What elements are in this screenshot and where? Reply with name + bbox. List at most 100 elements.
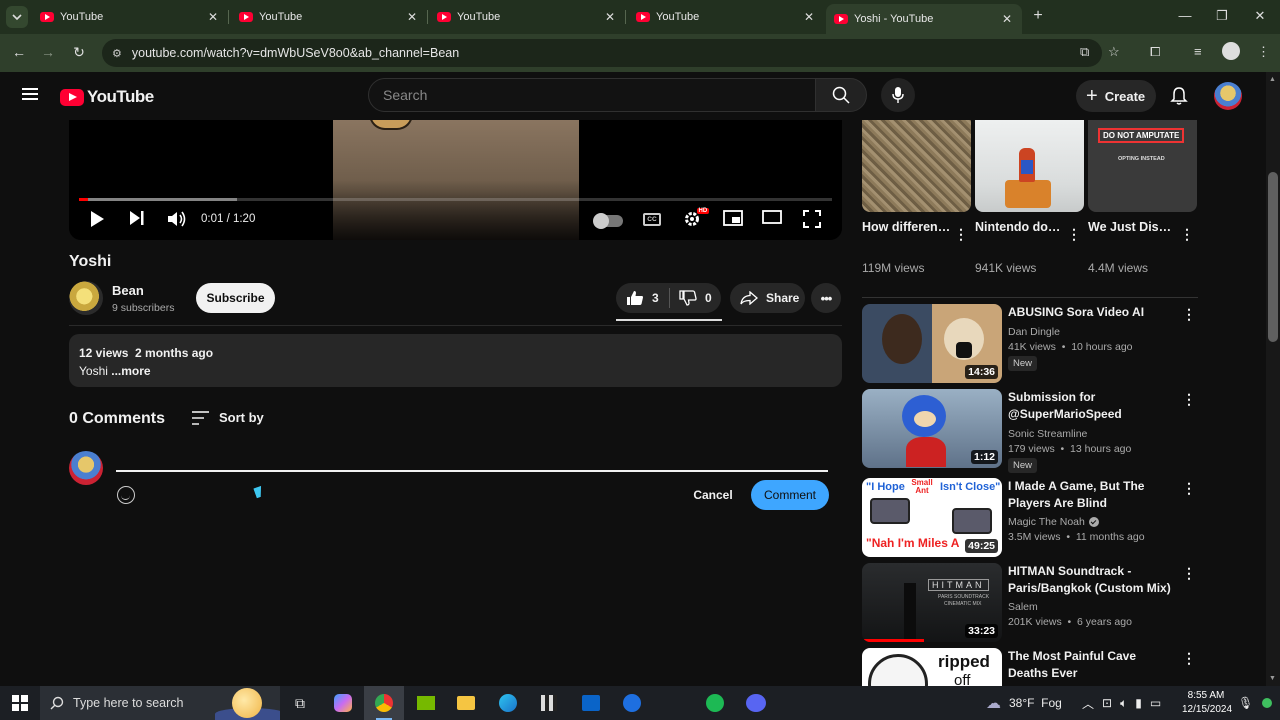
- media-controls-icon[interactable]: ≡: [1194, 44, 1202, 59]
- progress-bar[interactable]: [79, 198, 832, 201]
- file-explorer-icon[interactable]: [455, 692, 477, 714]
- weather-widget[interactable]: ☁ 38°F Fog: [986, 686, 1062, 720]
- close-tab-icon[interactable]: ✕: [206, 10, 220, 24]
- new-tab-button[interactable]: +: [1028, 7, 1048, 25]
- minimize-icon[interactable]: —: [1175, 8, 1195, 23]
- taskbar-clock[interactable]: 8:55 AM 12/15/2024: [1182, 689, 1232, 717]
- address-bar[interactable]: ⚙ youtube.com/watch?v=dmWbUSeV8o0&ab_cha…: [102, 39, 1102, 67]
- more-vertical-icon[interactable]: ⋮: [1067, 226, 1081, 243]
- bookmark-star-icon[interactable]: ☆: [1108, 44, 1120, 60]
- close-tab-icon[interactable]: ✕: [1000, 12, 1014, 26]
- recommended-video[interactable]: 14:36 ABUSING Sora Video AI Dan Dingle 4…: [862, 304, 1202, 386]
- search-input[interactable]: [383, 87, 815, 103]
- channel-avatar[interactable]: [69, 281, 103, 315]
- page-scrollbar[interactable]: ▲ ▼: [1266, 72, 1280, 686]
- close-tab-icon[interactable]: ✕: [802, 10, 816, 24]
- display-icon[interactable]: ▭: [1150, 696, 1161, 710]
- install-app-icon[interactable]: ⧉: [1080, 44, 1089, 60]
- dislike-button[interactable]: 0: [670, 290, 712, 306]
- microphone-icon[interactable]: ▮: [1135, 696, 1142, 710]
- like-button[interactable]: 3: [616, 290, 669, 306]
- volume-icon[interactable]: 🔈︎: [1120, 696, 1127, 711]
- chrome-taskbar-icon[interactable]: [364, 686, 404, 720]
- short-item[interactable]: DO NOT AMPUTATE OPTING INSTEAD We Just D…: [1088, 120, 1197, 275]
- scroll-up-icon[interactable]: ▲: [1269, 76, 1276, 83]
- recommended-video[interactable]: 1:12 Submission for @SuperMarioSpeed Son…: [862, 389, 1202, 473]
- emoji-picker-icon[interactable]: [117, 486, 135, 504]
- edge-browser-icon[interactable]: [497, 692, 519, 714]
- short-item[interactable]: Nintendo doesn't wa... ⋮ 941K views: [975, 120, 1084, 275]
- browser-tab[interactable]: YouTube ✕: [429, 4, 626, 30]
- browser-tab[interactable]: YouTube ✕: [32, 4, 229, 30]
- back-icon[interactable]: ←: [10, 44, 28, 60]
- more-vertical-icon[interactable]: ⋮: [1182, 391, 1196, 408]
- notification-dot-icon[interactable]: [1262, 686, 1272, 720]
- reload-icon[interactable]: ↻: [70, 44, 88, 61]
- search-box[interactable]: [368, 78, 816, 112]
- forward-icon[interactable]: →: [39, 44, 57, 60]
- search-button[interactable]: [815, 78, 867, 112]
- more-vertical-icon[interactable]: ⋮: [1182, 306, 1196, 323]
- short-item[interactable]: How different ... ⋮ 119M views: [862, 120, 971, 275]
- recommended-video[interactable]: "I Hope Small Ant Isn't Close" "Nah I'm …: [862, 478, 1202, 560]
- scroll-down-icon[interactable]: ▼: [1269, 675, 1276, 682]
- network-icon[interactable]: ⊡: [1102, 696, 1112, 710]
- recommended-video[interactable]: ripped off The Most Painful Cave Deaths …: [862, 648, 1202, 686]
- browser-menu-icon[interactable]: ⋮: [1257, 44, 1270, 60]
- mic-in-use-icon[interactable]: 🎙︎: [1238, 686, 1253, 720]
- close-tab-icon[interactable]: ✕: [405, 10, 419, 24]
- cancel-comment-button[interactable]: Cancel: [680, 480, 746, 510]
- autoplay-toggle[interactable]: [593, 213, 623, 229]
- youtube-logo[interactable]: YouTube: [60, 87, 154, 107]
- browser-tab[interactable]: YouTube ✕: [628, 4, 824, 30]
- close-tab-icon[interactable]: ✕: [603, 10, 617, 24]
- description-box[interactable]: 12 views 2 months ago Yoshi ...more: [69, 334, 842, 387]
- account-avatar[interactable]: [1214, 82, 1242, 110]
- volume-button[interactable]: [167, 210, 187, 228]
- play-button[interactable]: [89, 210, 105, 228]
- submit-comment-button[interactable]: Comment: [751, 480, 829, 510]
- extensions-icon[interactable]: ⧠: [1150, 44, 1160, 60]
- comment-input[interactable]: [116, 452, 828, 472]
- app-store-icon[interactable]: [621, 692, 643, 714]
- fullscreen-button[interactable]: [803, 210, 821, 228]
- create-button[interactable]: + Create: [1076, 80, 1156, 112]
- subtitles-button[interactable]: CC: [643, 213, 661, 226]
- browser-tab[interactable]: YouTube ✕: [231, 4, 428, 30]
- taskbar-search-box[interactable]: Type here to search: [40, 686, 280, 720]
- discord-icon[interactable]: [745, 692, 767, 714]
- show-hidden-icons-icon[interactable]: ︿: [1082, 695, 1094, 712]
- voice-search-button[interactable]: [881, 78, 915, 112]
- next-button[interactable]: [129, 210, 145, 226]
- task-view-icon[interactable]: ⧉: [289, 692, 311, 714]
- recommended-video[interactable]: HITMAN PARIS SOUNDTRACK CINEMATIC MIX 33…: [862, 563, 1202, 645]
- outlook-icon[interactable]: [580, 692, 602, 714]
- maximize-icon[interactable]: ❐: [1212, 8, 1232, 24]
- site-info-icon[interactable]: ⚙: [112, 47, 122, 60]
- sort-comments-button[interactable]: Sort by: [192, 410, 264, 425]
- spotify-icon[interactable]: [704, 692, 726, 714]
- close-window-icon[interactable]: ✕: [1250, 8, 1270, 24]
- notifications-bell-icon[interactable]: [1170, 86, 1188, 111]
- copilot-icon[interactable]: [332, 692, 354, 714]
- miniplayer-button[interactable]: [723, 210, 743, 226]
- more-vertical-icon[interactable]: ⋮: [1182, 565, 1196, 582]
- more-vertical-icon[interactable]: ⋮: [1180, 226, 1194, 243]
- channel-name[interactable]: Bean: [112, 283, 144, 298]
- more-vertical-icon[interactable]: ⋮: [954, 226, 968, 243]
- video-player[interactable]: 0:01 / 1:20 CC HD: [69, 120, 842, 240]
- tab-search-button[interactable]: [6, 6, 28, 28]
- scrollbar-thumb[interactable]: [1268, 172, 1278, 342]
- browser-tab-active[interactable]: Yoshi - YouTube ✕: [826, 4, 1022, 34]
- show-more-link[interactable]: ...more: [108, 364, 150, 378]
- more-vertical-icon[interactable]: ⋮: [1182, 480, 1196, 497]
- profile-avatar[interactable]: [1222, 42, 1240, 60]
- theater-mode-button[interactable]: [762, 210, 782, 224]
- menu-hamburger-icon[interactable]: [22, 88, 38, 100]
- more-actions-button[interactable]: •••: [811, 283, 841, 313]
- share-button[interactable]: Share: [730, 283, 805, 313]
- windows-start-icon[interactable]: [12, 695, 28, 711]
- subscribe-button[interactable]: Subscribe: [196, 283, 275, 313]
- more-vertical-icon[interactable]: ⋮: [1182, 650, 1196, 667]
- nvidia-icon[interactable]: [415, 692, 437, 714]
